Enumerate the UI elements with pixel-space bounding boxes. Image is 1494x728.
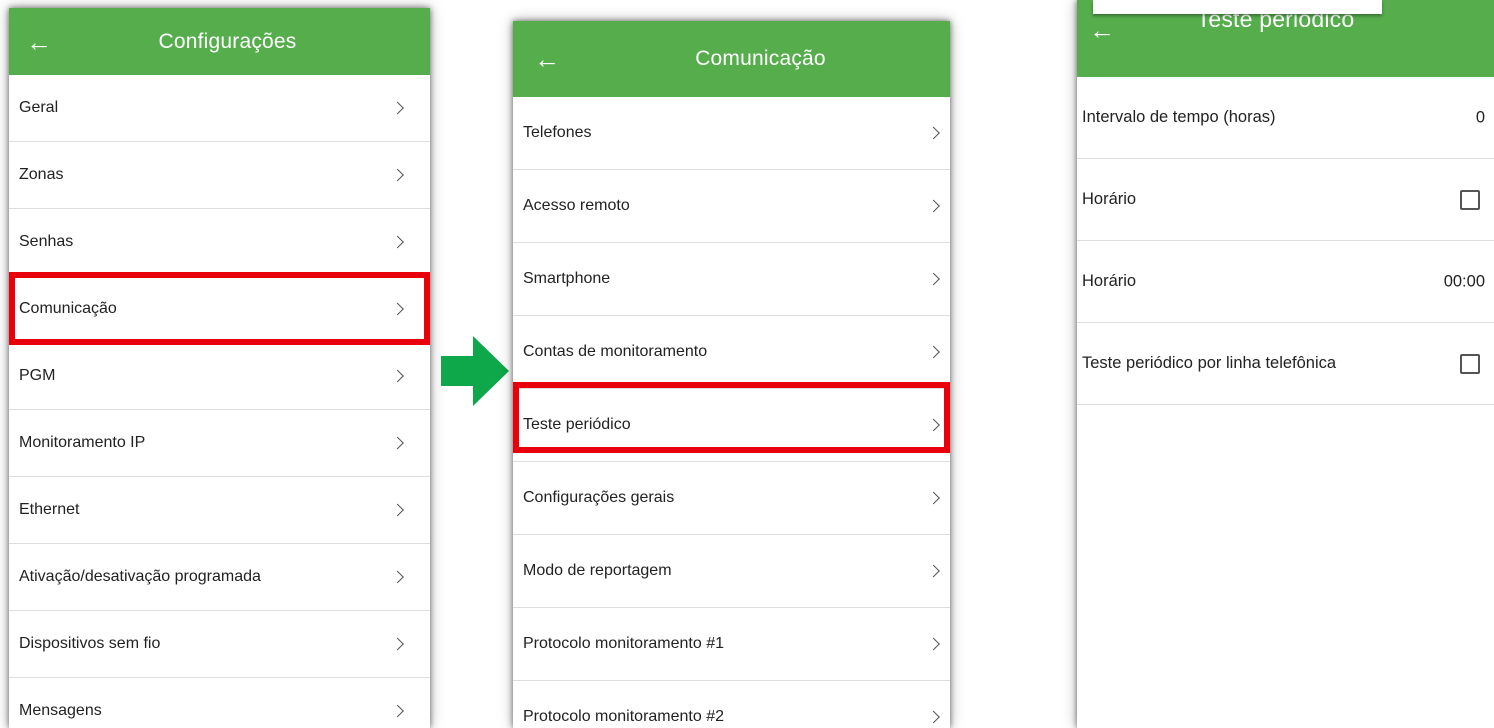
list-item-zonas[interactable]: Zonas [9,142,430,209]
list-item-acesso-remoto[interactable]: Acesso remoto [513,170,950,243]
list-item-ethernet[interactable]: Ethernet [9,477,430,544]
chevron-right-icon [927,564,940,578]
setting-value: 0 [1475,108,1485,126]
chevron-right-icon [927,199,940,213]
list-item-label: Zonas [19,166,64,183]
list-item-geral[interactable]: Geral [9,75,430,142]
list-item-telefones[interactable]: Telefones [513,97,950,170]
list-item-label: Dispositivos sem fio [19,635,161,652]
list-item-monitoramento-ip[interactable]: Monitoramento IP [9,410,430,477]
list-item-smartphone[interactable]: Smartphone [513,243,950,316]
list-item-label: Teste periódico [523,416,631,433]
list-item-label: Comunicação [19,300,117,317]
list-item-label: Protocolo monitoramento #1 [523,635,724,652]
list-item-label: PGM [19,367,56,384]
page-title: Configurações [158,30,297,53]
setting-value: 00:00 [1443,272,1485,290]
configuracoes-screen: ← Configurações Geral Zonas Senhas Comun… [9,8,430,728]
chevron-right-icon [391,503,404,517]
list-item-label: Senhas [19,233,74,250]
setting-label: Horário [1082,190,1137,208]
partial-dialog-edge [1093,0,1382,14]
setting-label: Intervalo de tempo (horas) [1082,108,1276,126]
chevron-right-icon [391,101,404,115]
chevron-right-icon [927,418,940,432]
chevron-right-icon [391,235,404,249]
list-item-label: Monitoramento IP [19,434,146,451]
list-item-label: Ativação/desativação programada [19,568,261,585]
list-item-label: Configurações gerais [523,489,675,506]
list-item-label: Mensagens [19,702,102,719]
setting-horario-toggle[interactable]: Horário [1077,159,1494,241]
list-item-label: Contas de monitoramento [523,343,708,360]
chevron-right-icon [391,168,404,182]
appbar: ← Configurações [9,8,430,75]
list-item-senhas[interactable]: Senhas [9,209,430,276]
list-item-configuracoes-gerais[interactable]: Configurações gerais [513,462,950,535]
list-item-ativacao-programada[interactable]: Ativação/desativação programada [9,544,430,611]
list-item-dispositivos-sem-fio[interactable]: Dispositivos sem fio [9,611,430,678]
setting-label: Teste periódico por linha telefônica [1082,354,1337,372]
teste-periodico-screen: ← Teste periódico Intervalo de tempo (ho… [1077,0,1494,728]
settings-list: Intervalo de tempo (horas) 0 Horário Horá… [1077,77,1494,405]
chevron-right-icon [391,637,404,651]
appbar: ← Comunicação [513,21,950,97]
back-arrow-icon[interactable]: ← [523,21,571,97]
horario-checkbox[interactable] [1460,189,1480,210]
arrow-right-icon [441,336,509,406]
page-title: Comunicação [695,47,826,70]
list-item-label: Telefones [523,124,592,141]
chevron-right-icon [927,710,940,724]
settings-list: Telefones Acesso remoto Smartphone Conta… [513,97,950,728]
list-item-label: Protocolo monitoramento #2 [523,708,724,725]
list-item-contas-monitoramento[interactable]: Contas de monitoramento [513,316,950,389]
comunicacao-screen: ← Comunicação Telefones Acesso remoto Sm… [513,21,950,728]
setting-teste-linha-telefonica[interactable]: Teste periódico por linha telefônica [1077,323,1494,405]
list-item-label: Geral [19,99,59,116]
chevron-right-icon [391,704,404,718]
setting-label: Horário [1082,272,1137,290]
list-item-label: Modo de reportagem [523,562,672,579]
settings-list: Geral Zonas Senhas Comunicação PGM Monit… [9,75,430,728]
linha-telefonica-checkbox[interactable] [1460,353,1480,374]
chevron-right-icon [391,369,404,383]
list-item-mensagens[interactable]: Mensagens [9,678,430,728]
setting-intervalo[interactable]: Intervalo de tempo (horas) 0 [1077,77,1494,159]
chevron-right-icon [927,637,940,651]
list-item-label: Acesso remoto [523,197,630,214]
setting-horario-time[interactable]: Horário 00:00 [1077,241,1494,323]
list-item-comunicacao[interactable]: Comunicação [9,276,430,343]
chevron-right-icon [391,302,404,316]
chevron-right-icon [391,570,404,584]
list-item-label: Smartphone [523,270,611,287]
chevron-right-icon [927,272,940,286]
chevron-right-icon [927,126,940,140]
list-item-modo-reportagem[interactable]: Modo de reportagem [513,535,950,608]
list-item-pgm[interactable]: PGM [9,343,430,410]
list-item-protocolo-2[interactable]: Protocolo monitoramento #2 [513,681,950,728]
chevron-right-icon [391,436,404,450]
chevron-right-icon [927,491,940,505]
list-item-label: Ethernet [19,501,80,518]
list-item-protocolo-1[interactable]: Protocolo monitoramento #1 [513,608,950,681]
list-item-teste-periodico[interactable]: Teste periódico [513,389,950,462]
chevron-right-icon [927,345,940,359]
